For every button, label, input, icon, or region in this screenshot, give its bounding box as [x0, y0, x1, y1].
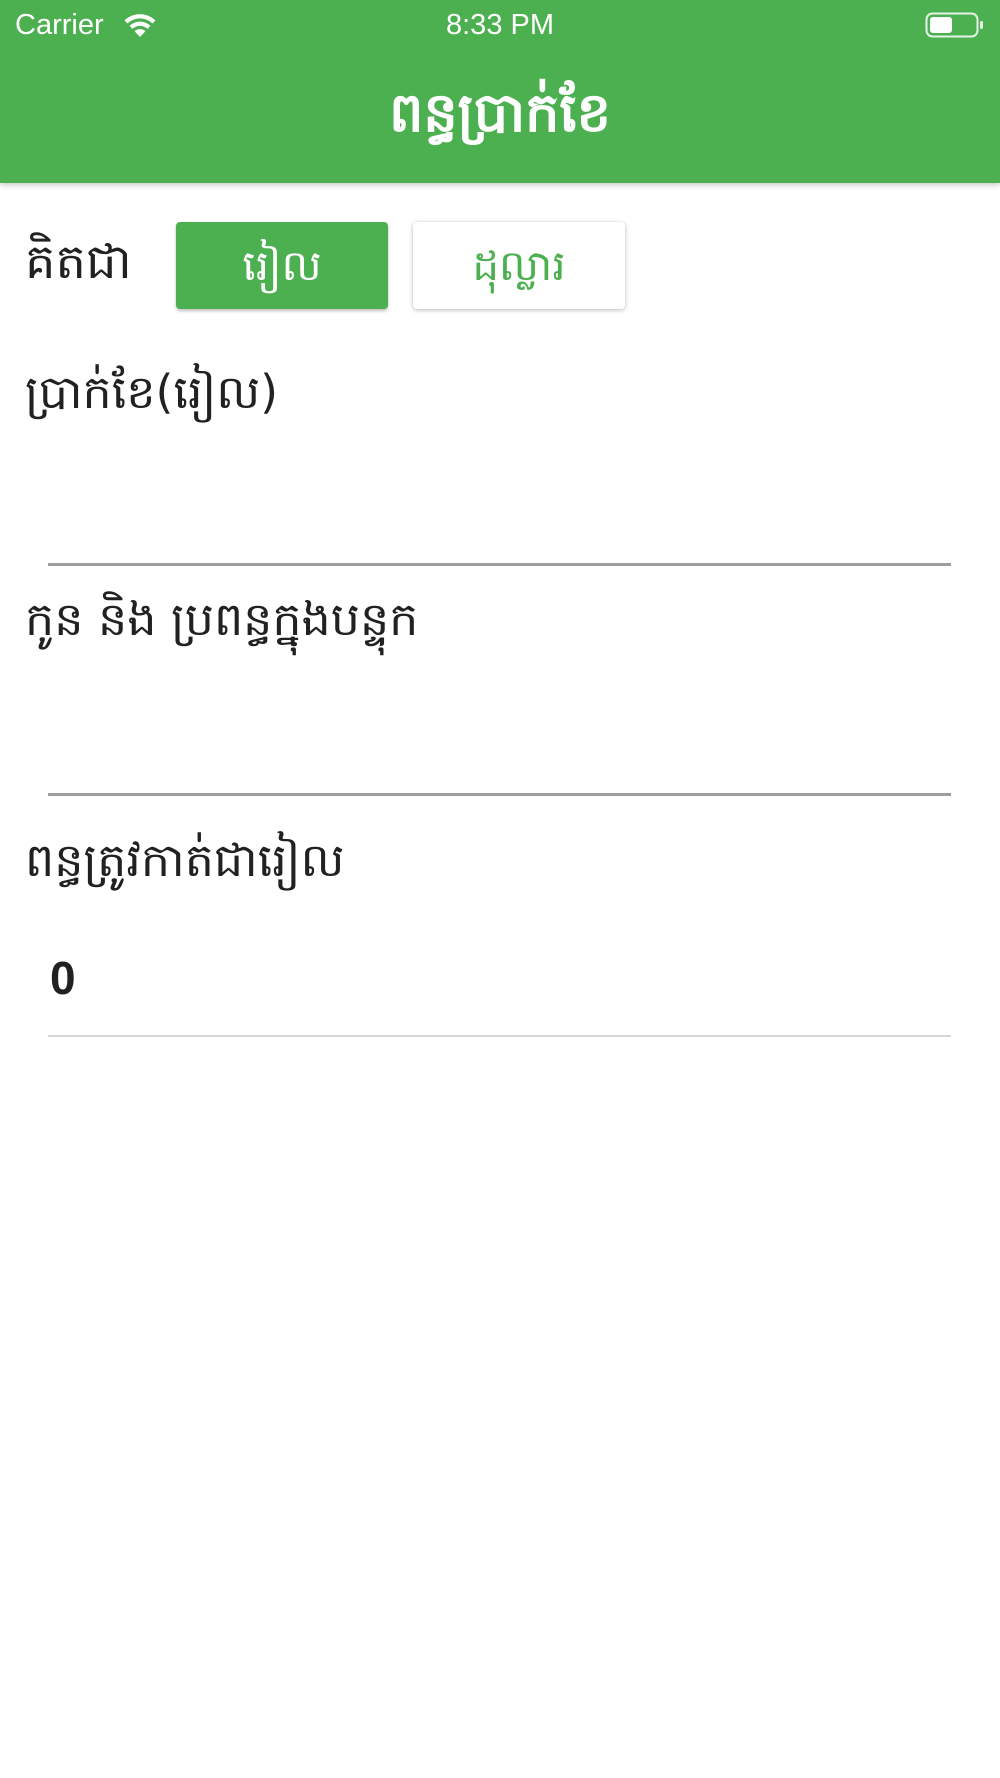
dependents-input-underline	[48, 793, 951, 796]
dependents-input[interactable]	[48, 710, 951, 770]
tax-result-label: ពន្ធត្រូវកាត់ជារៀល	[25, 833, 345, 887]
battery-icon	[925, 11, 985, 39]
salary-input[interactable]	[48, 480, 951, 540]
status-bar: Carrier 8:33 PM	[0, 0, 1000, 50]
salary-field-label: ប្រាក់ខែ(រៀល)	[25, 365, 279, 419]
salary-input-underline	[48, 563, 951, 566]
riel-currency-button[interactable]: រៀល	[176, 222, 388, 309]
dependents-field-label: កូន និង ប្រពន្ធក្នុងបន្ទុក	[25, 592, 419, 646]
tax-result-underline	[48, 1035, 951, 1037]
dollar-currency-button[interactable]: ដុល្លារ	[413, 222, 625, 309]
currency-selector-label: គិតជា	[25, 234, 132, 290]
clock: 8:33 PM	[446, 9, 554, 41]
page-title: ពន្ធប្រាក់ខែ	[389, 81, 611, 144]
tax-result-value: 0	[50, 952, 76, 1004]
app-header: Carrier 8:33 PM ពន្ធប្រាក់ខែ	[0, 0, 1000, 183]
salary-tax-screen: Carrier 8:33 PM ពន្ធប្រាក់ខែ គិតជា រៀល ដ…	[0, 0, 1000, 1778]
